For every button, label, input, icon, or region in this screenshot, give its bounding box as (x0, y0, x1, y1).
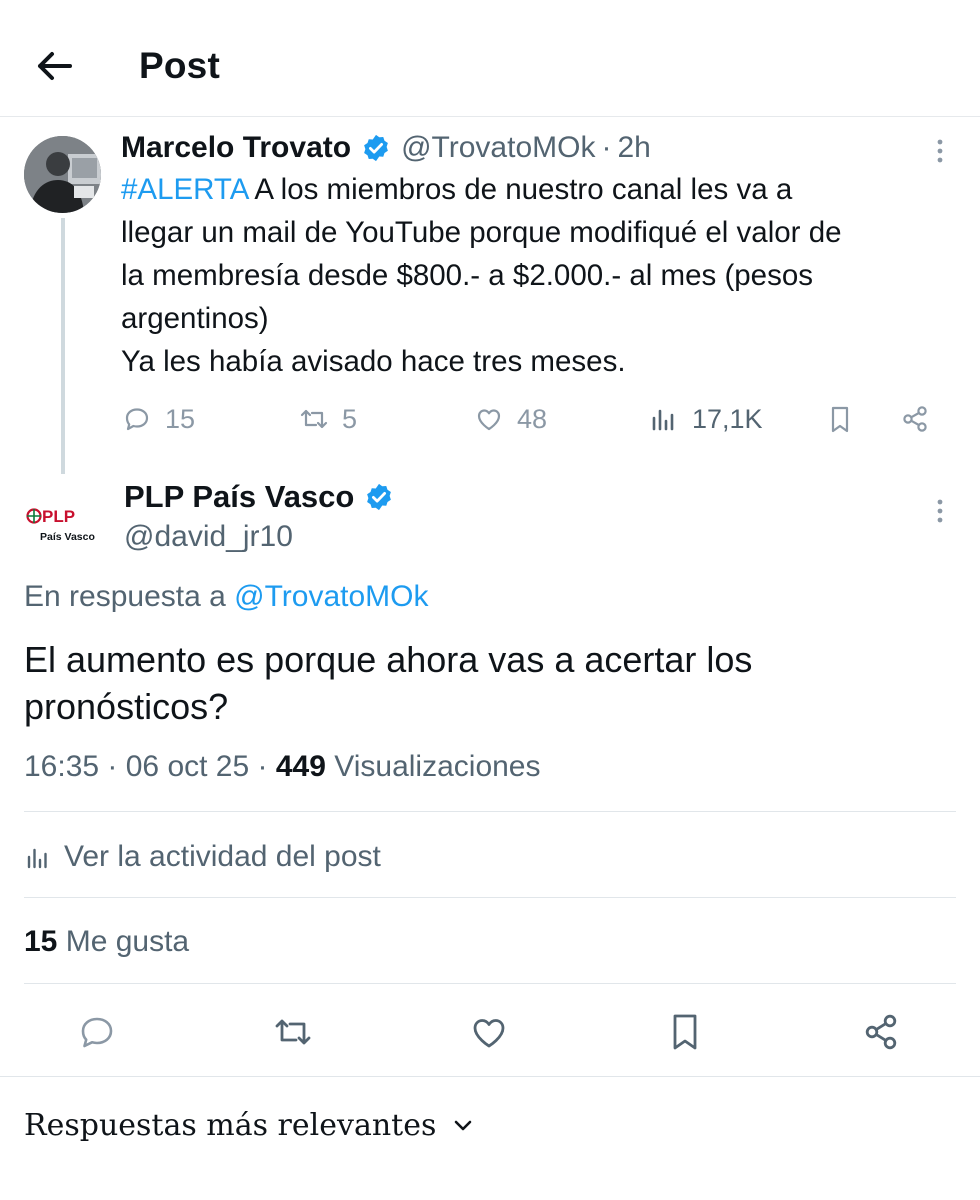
share-icon (865, 1014, 897, 1050)
post-time[interactable]: 2h (617, 131, 650, 165)
like-button[interactable]: 48 (473, 396, 547, 442)
views-chart-icon (652, 409, 674, 431)
repost-button[interactable] (271, 1010, 315, 1054)
divider (24, 983, 956, 984)
divider (24, 897, 956, 898)
post-activity-link[interactable]: Ver la actividad del post (24, 836, 381, 878)
repost-count: 5 (342, 403, 358, 434)
post-activity-label: Ver la actividad del post (64, 840, 381, 873)
post-date[interactable]: 06 oct 25 (126, 750, 249, 783)
author-handle[interactable]: @david_jr10 (124, 516, 293, 558)
sort-label: Respuestas más relevantes (24, 1107, 437, 1143)
likes-summary[interactable]: 15 Me gusta (24, 921, 189, 963)
views-count: 449 (275, 750, 326, 783)
share-button[interactable] (899, 396, 943, 442)
text-line: Ya les había avisado hace tres meses. (121, 345, 626, 378)
reply-icon (125, 408, 149, 431)
more-vertical-icon (937, 499, 943, 523)
views-chart-icon (27, 848, 47, 869)
chevron-down-icon (455, 1120, 472, 1131)
share-icon (903, 406, 927, 432)
top-bar: Post (0, 0, 980, 117)
author-name-row: PLP País Vasco (124, 476, 404, 518)
share-button[interactable] (859, 1010, 903, 1054)
likes-label: Me gusta (57, 925, 190, 958)
views-count: 17,1K (692, 403, 763, 434)
reply-context: En respuesta a @TrovatoMOk (24, 576, 429, 618)
author-name[interactable]: Marcelo Trovato (121, 131, 351, 165)
parent-post-actions: 15 5 48 17,1K (121, 396, 951, 442)
separator-dot: · (99, 750, 126, 783)
divider (24, 811, 956, 812)
back-button[interactable] (30, 42, 78, 90)
avatar[interactable] (24, 136, 101, 213)
hashtag-link[interactable]: #ALERTA (121, 173, 248, 206)
repost-icon (300, 409, 328, 429)
likes-count: 15 (24, 925, 58, 958)
views-label: Visualizaciones (325, 750, 541, 783)
parent-post-text: #ALERTA A los miembros de nuestro canal … (121, 168, 951, 383)
mention-link[interactable]: @TrovatoMOk (234, 580, 428, 613)
views-button[interactable]: 17,1K (648, 396, 763, 442)
bookmark-icon (831, 406, 849, 433)
verified-badge-icon (364, 134, 388, 162)
text-line: la membresía desde $800.- a $2.000.- al … (121, 259, 813, 292)
svg-text:País Vasco: País Vasco (40, 531, 95, 543)
repost-icon (275, 1019, 311, 1045)
repost-button[interactable]: 5 (298, 396, 357, 442)
text-line: A los miembros de nuestro canal les va a (247, 173, 793, 206)
like-count: 48 (517, 403, 548, 434)
reply-button[interactable]: 15 (121, 396, 195, 442)
more-options-button[interactable] (925, 136, 955, 166)
post-time[interactable]: 16:35 (24, 750, 99, 783)
bookmark-button[interactable] (824, 396, 868, 442)
heart-icon (473, 1019, 505, 1048)
svg-text:PLP: PLP (42, 507, 75, 526)
plp-logo: PLP País Vasco (22, 482, 102, 562)
more-options-button[interactable] (925, 496, 955, 526)
reply-count: 15 (165, 403, 196, 434)
arrow-left-icon (38, 52, 72, 80)
text-line: llegar un mail de YouTube porque modifiq… (121, 216, 842, 249)
author-name[interactable]: PLP País Vasco (124, 476, 354, 518)
more-vertical-icon (937, 139, 943, 163)
text-line: argentinos) (121, 302, 269, 335)
bookmark-button[interactable] (663, 1010, 707, 1054)
separator-dot: · (249, 750, 276, 783)
post-actions-bar (0, 1006, 980, 1058)
reply-icon (81, 1017, 113, 1048)
author-handle[interactable]: @TrovatoMOk (401, 131, 595, 165)
bookmark-icon (673, 1014, 697, 1050)
avatar[interactable]: PLP País Vasco (22, 482, 102, 562)
profile-photo (24, 136, 101, 213)
post-text: El aumento es porque ahora vas a acertar… (24, 639, 753, 727)
divider (0, 1076, 980, 1077)
heart-icon (477, 409, 501, 431)
reply-prefix: En respuesta a (24, 580, 235, 613)
verified-badge-icon (367, 483, 392, 511)
thread-line (61, 218, 65, 474)
parent-post-header: Marcelo Trovato @TrovatoMOk · 2h (121, 128, 651, 168)
separator-dot: · (601, 131, 612, 164)
like-button[interactable] (467, 1010, 511, 1054)
post-meta: 16:35 · 06 oct 25 · 449 Visualizaciones (24, 746, 541, 788)
reply-button[interactable] (75, 1010, 119, 1054)
page-title: Post (139, 45, 220, 86)
replies-sort-dropdown[interactable]: Respuestas más relevantes (24, 1103, 476, 1147)
